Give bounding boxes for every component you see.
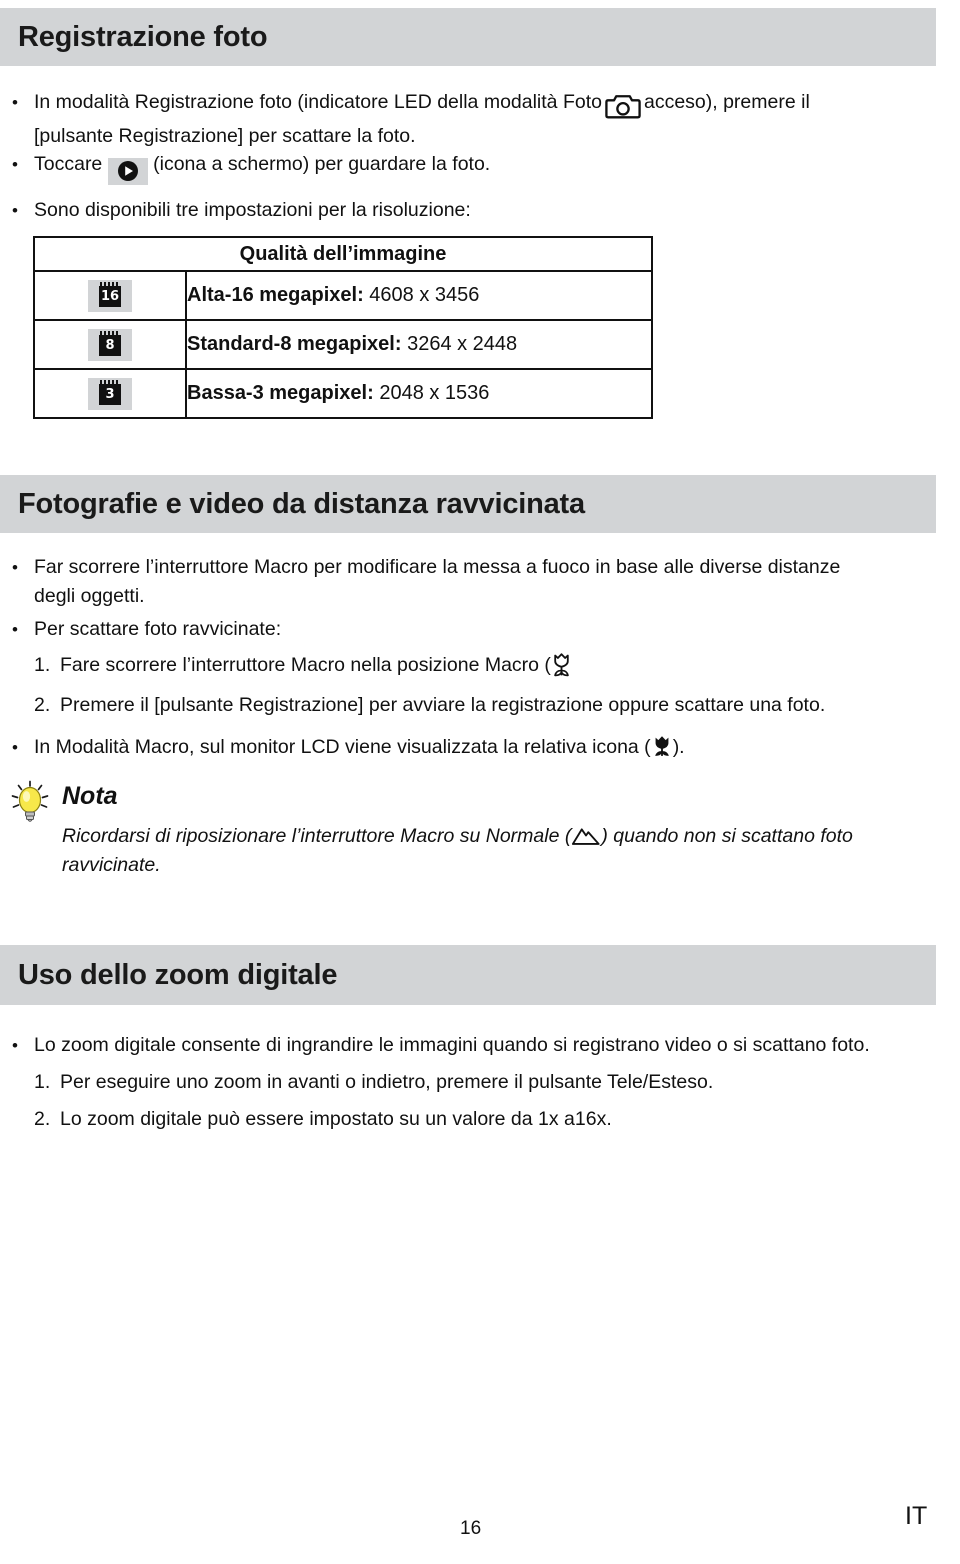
megapixel-badge-icon: 8 [88, 328, 132, 361]
camera-icon [605, 95, 641, 119]
paragraph-zoom-step2: Lo zoom digitale può essere impostato su… [60, 1108, 612, 1130]
megapixel-badge-value: 3 [99, 379, 121, 405]
megapixel-badge-value: 16 [99, 281, 121, 307]
bullet-marker: • [12, 1036, 18, 1055]
paragraph-registrazione-bullet2: Toccare (icona a schermo) per guardare l… [34, 150, 934, 185]
list-number: 1. [34, 654, 51, 676]
table-cell-icon: 8 [33, 319, 187, 370]
list-number: 1. [34, 1071, 51, 1093]
list-number: 2. [34, 694, 51, 716]
quality-resolution: 2048 x 1536 [379, 382, 490, 404]
table-row: 3 Bassa-3 megapixel: 2048 x 1536 [33, 368, 653, 419]
bullet2-text-part1: Toccare [34, 153, 103, 175]
page-number: 16 [460, 1518, 482, 1539]
paragraph-zoom-step1: Per eseguire uno zoom in avanti o indiet… [60, 1071, 714, 1093]
table-cell-label: Alta-16 megapixel: 4608 x 3456 [185, 270, 653, 321]
table-cell-icon: 16 [33, 270, 187, 321]
macro-bullet3-part2: ). [672, 736, 685, 758]
table-cell-label: Bassa-3 megapixel: 2048 x 1536 [185, 368, 653, 419]
section-header-fotografie-ravvicinata: Fotografie e video da distanza ravvicina… [0, 475, 936, 533]
quality-name: Bassa-3 megapixel: [187, 382, 374, 404]
image-quality-table: Qualità dell’immagine 16 Alta-16 megapix… [33, 236, 653, 419]
tulip-outline-icon [554, 653, 569, 677]
table-cell-label: Standard-8 megapixel: 3264 x 2448 [185, 319, 653, 370]
quality-resolution: 3264 x 2448 [407, 333, 518, 355]
table-cell-icon: 3 [33, 368, 187, 419]
paragraph-registrazione-bullet1: In modalità Registrazione foto (indicato… [34, 88, 934, 151]
quality-resolution: 4608 x 3456 [369, 284, 480, 306]
table-row: 8 Standard-8 megapixel: 3264 x 2448 [33, 319, 653, 370]
bullet1-text-part2: acceso), premere il [643, 91, 810, 113]
section-title: Uso dello zoom digitale [18, 958, 338, 991]
bullet1-line2: [pulsante Registrazione] per scattare la… [34, 125, 416, 147]
bullet-marker: • [12, 558, 18, 577]
mountain-icon [572, 828, 600, 845]
bullet-marker: • [12, 201, 18, 220]
macro-step1-text: Fare scorrere l’interruttore Macro nella… [60, 654, 551, 676]
section-title: Fotografie e video da distanza ravvicina… [18, 487, 585, 520]
section-header-registrazione-foto: Registrazione foto [0, 8, 936, 66]
nota-body: Ricordarsi di riposizionare l’interrutto… [62, 822, 942, 880]
tulip-filled-icon [654, 736, 669, 756]
bullet-marker: • [12, 620, 18, 639]
bullet-marker: • [12, 93, 18, 112]
macro-bullet1-line2: degli oggetti. [34, 585, 145, 607]
section-header-zoom-digitale: Uso dello zoom digitale [0, 945, 936, 1005]
macro-bullet1-line1: Far scorrere l’interruttore Macro per mo… [34, 556, 841, 578]
bullet-marker: • [12, 738, 18, 757]
play-icon [117, 161, 138, 181]
section-title: Registrazione foto [18, 20, 268, 53]
list-number: 2. [34, 1108, 51, 1130]
bullet2-text-part2: (icona a schermo) per guardare la foto. [153, 153, 491, 175]
macro-bullet3-part1: In Modalità Macro, sul monitor LCD viene… [34, 736, 651, 758]
megapixel-badge-icon: 16 [88, 279, 132, 312]
nota-body-part1: Ricordarsi di riposizionare l’interrutto… [62, 825, 572, 847]
language-code: IT [905, 1502, 928, 1530]
bullet-marker: • [12, 155, 18, 174]
quality-name: Alta-16 megapixel: [187, 284, 364, 306]
table-header-cell: Qualità dell’immagine [33, 236, 653, 272]
lightbulb-icon [11, 780, 49, 822]
megapixel-badge-icon: 3 [88, 377, 132, 410]
table-row: 16 Alta-16 megapixel: 4608 x 3456 [33, 270, 653, 321]
megapixel-badge-value: 8 [99, 330, 121, 356]
quality-name: Standard-8 megapixel: [187, 333, 402, 355]
paragraph-macro-step2: Premere il [pulsante Registrazione] per … [60, 694, 826, 716]
play-icon-chip [107, 158, 148, 185]
paragraph-macro-bullet3: In Modalità Macro, sul monitor LCD viene… [34, 733, 934, 762]
paragraph-macro-bullet1: Far scorrere l’interruttore Macro per mo… [34, 553, 934, 611]
nota-title: Nota [62, 782, 118, 810]
nota-body-line2: ravvicinate. [62, 854, 161, 876]
paragraph-zoom-bullet1: Lo zoom digitale consente di ingrandire … [34, 1034, 870, 1056]
bullet1-text-part1: In modalità Registrazione foto (indicato… [34, 91, 602, 113]
document-page: Registrazione foto • In modalità Registr… [0, 0, 960, 1564]
paragraph-macro-bullet2: Per scattare foto ravvicinate: [34, 618, 282, 640]
nota-body-part2: ) quando non si scattano foto [601, 825, 853, 847]
paragraph-macro-step1: Fare scorrere l’interruttore Macro nella… [60, 651, 940, 680]
table-header-row: Qualità dell’immagine [33, 236, 653, 272]
paragraph-registrazione-bullet3: Sono disponibili tre impostazioni per la… [34, 199, 471, 221]
